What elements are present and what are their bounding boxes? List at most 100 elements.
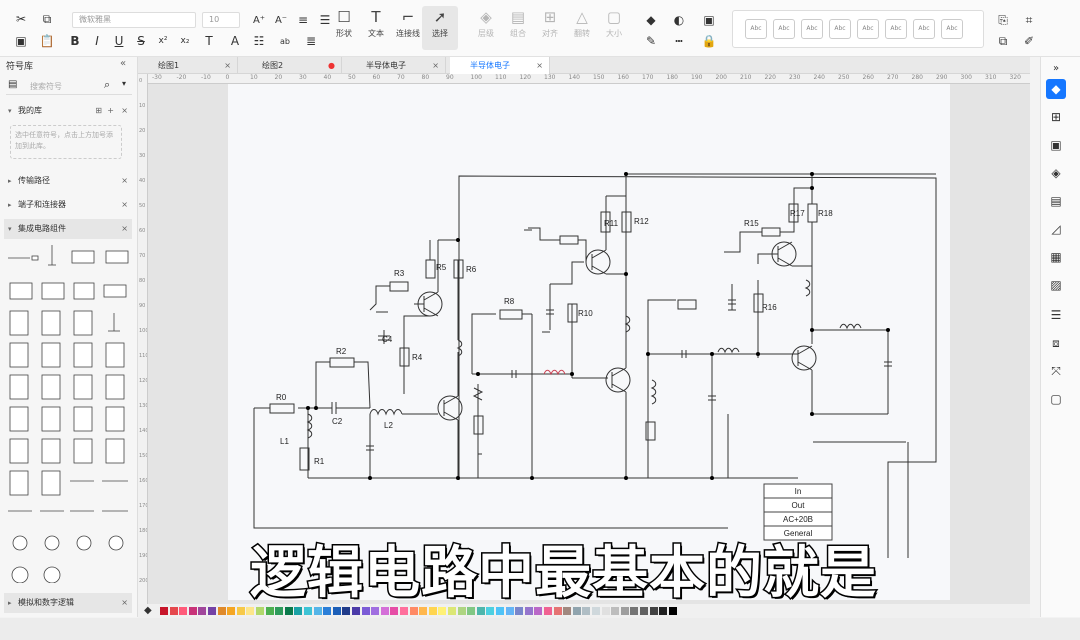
color-swatch[interactable]: [534, 607, 543, 615]
import-icon[interactable]: ⊞: [95, 101, 102, 121]
font-size-select[interactable]: 10: [202, 12, 240, 28]
circuit-diagram[interactable]: R0 L1 R1 C2 R2 L2 R3 C4 R4 R5 R6 R8 R10 …: [228, 84, 950, 600]
color-swatch[interactable]: [448, 607, 456, 615]
fill-icon[interactable]: ◆: [642, 11, 660, 29]
library-icon[interactable]: ▤: [8, 79, 17, 90]
color-swatch[interactable]: [457, 607, 466, 615]
color-swatch[interactable]: [601, 607, 610, 615]
color-swatch[interactable]: [649, 607, 658, 615]
style-preset-8[interactable]: Abc: [941, 19, 963, 39]
copy-icon[interactable]: ⧉: [38, 10, 56, 28]
section-terminals[interactable]: ▸ 端子和连接器 ×: [4, 195, 132, 215]
chart-icon[interactable]: ◿: [1046, 219, 1066, 239]
color-swatch[interactable]: [246, 607, 255, 615]
color-swatch[interactable]: [227, 607, 236, 615]
line-style-icon[interactable]: ┅: [670, 32, 688, 50]
color-swatch[interactable]: [371, 607, 380, 615]
close-icon[interactable]: ×: [121, 101, 128, 121]
style-preset-5[interactable]: Abc: [857, 19, 879, 39]
tool-connector[interactable]: ⌐ 连接线: [390, 6, 426, 50]
color-swatch[interactable]: [572, 607, 581, 615]
strikethrough-icon[interactable]: S: [132, 32, 150, 50]
color-swatch[interactable]: [256, 607, 264, 615]
style-preset-3[interactable]: Abc: [801, 19, 823, 39]
color-swatch[interactable]: [611, 607, 620, 615]
italic-icon[interactable]: I: [88, 32, 106, 50]
edit-shape-icon[interactable]: ✐: [1020, 32, 1038, 50]
color-swatch[interactable]: [486, 607, 495, 615]
color-swatch[interactable]: [544, 607, 552, 615]
color-swatch[interactable]: [390, 607, 399, 615]
color-swatch[interactable]: [313, 607, 322, 615]
color-swatch[interactable]: [428, 607, 437, 615]
section-analog-digital[interactable]: ▸ 模拟和数字逻辑 ×: [4, 593, 132, 613]
text-case-icon[interactable]: ab: [276, 32, 294, 50]
tool-flip[interactable]: △ 翻转: [564, 6, 600, 50]
tab-drawing2[interactable]: 绘图2 ●: [242, 57, 342, 74]
search-input[interactable]: 搜索符号: [30, 81, 62, 92]
color-swatch[interactable]: [496, 607, 504, 615]
paste-icon[interactable]: 📋: [38, 32, 56, 50]
color-swatch[interactable]: [160, 607, 168, 615]
style-preset-6[interactable]: Abc: [885, 19, 907, 39]
theme-icon[interactable]: ⊞: [1046, 107, 1066, 127]
color-swatch[interactable]: [505, 607, 514, 615]
line-color-icon[interactable]: ✎: [642, 32, 660, 50]
color-swatch[interactable]: [275, 607, 284, 615]
color-swatch[interactable]: [323, 607, 332, 615]
add-icon[interactable]: +: [107, 101, 114, 121]
color-swatch[interactable]: [515, 607, 524, 615]
tool-align[interactable]: ⊞ 对齐: [532, 6, 568, 50]
color-swatch[interactable]: [169, 607, 178, 615]
color-swatch[interactable]: [476, 607, 485, 615]
color-swatch[interactable]: [668, 607, 677, 615]
color-swatch[interactable]: [620, 607, 629, 615]
underline-icon[interactable]: U: [110, 32, 128, 50]
color-swatch[interactable]: [409, 607, 418, 615]
cut-icon[interactable]: ✂: [12, 10, 30, 28]
unsaved-dot-icon[interactable]: ●: [328, 57, 335, 74]
highlight-icon[interactable]: A: [226, 32, 244, 50]
crop-icon[interactable]: ⌗: [1020, 11, 1038, 29]
close-icon[interactable]: ×: [224, 57, 231, 74]
color-swatch[interactable]: [419, 607, 428, 615]
section-transmission-path[interactable]: ▸ 传输路径 ×: [4, 171, 132, 191]
style-preset-7[interactable]: Abc: [913, 19, 935, 39]
color-swatch[interactable]: [438, 607, 447, 615]
format-painter-icon[interactable]: ▣: [12, 32, 30, 50]
close-icon[interactable]: ×: [432, 57, 439, 74]
superscript-icon[interactable]: x²: [154, 32, 172, 50]
tool-group[interactable]: ▤ 组合: [500, 6, 536, 50]
subscript-icon[interactable]: x₂: [176, 32, 194, 50]
color-swatch[interactable]: [659, 607, 668, 615]
expand-panel-icon[interactable]: »: [1046, 59, 1066, 79]
style-preset-1[interactable]: Abc: [745, 19, 767, 39]
hierarchy-icon[interactable]: ⧈: [1046, 333, 1066, 353]
tab-drawing1[interactable]: 绘图1 ×: [138, 57, 238, 74]
color-swatch[interactable]: [217, 607, 226, 615]
page-icon[interactable]: ▤: [1046, 191, 1066, 211]
font-increase-icon[interactable]: A⁺: [250, 11, 268, 29]
tool-select[interactable]: ➚ 选择: [422, 6, 458, 50]
drawing-page[interactable]: R0 L1 R1 C2 R2 L2 R3 C4 R4 R5 R6 R8 R10 …: [228, 84, 950, 600]
more-text-icon[interactable]: ≣: [302, 32, 320, 50]
image-icon[interactable]: ▣: [1046, 135, 1066, 155]
search-icon[interactable]: ⌕: [104, 78, 110, 92]
close-icon[interactable]: ×: [121, 195, 128, 215]
font-decrease-icon[interactable]: A⁻: [272, 11, 290, 29]
collapse-panel-icon[interactable]: «: [120, 58, 126, 69]
color-swatch[interactable]: [304, 607, 312, 615]
tab-semiconductor-1[interactable]: 半导体电子 ×: [346, 57, 446, 74]
close-icon[interactable]: ×: [121, 219, 128, 239]
data-icon[interactable]: ▨: [1046, 275, 1066, 295]
style-preset-2[interactable]: Abc: [773, 19, 795, 39]
tool-layers[interactable]: ◈ 层级: [468, 6, 504, 50]
duplicate-icon[interactable]: ⧉: [994, 32, 1012, 50]
color-swatch[interactable]: [332, 607, 341, 615]
color-swatch[interactable]: [236, 607, 245, 615]
fullscreen-icon[interactable]: ⤧: [1046, 361, 1066, 381]
color-swatch[interactable]: [294, 607, 303, 615]
color-swatch[interactable]: [630, 607, 639, 615]
table-icon[interactable]: ▦: [1046, 247, 1066, 267]
tool-size[interactable]: ▢ 大小: [596, 6, 632, 50]
